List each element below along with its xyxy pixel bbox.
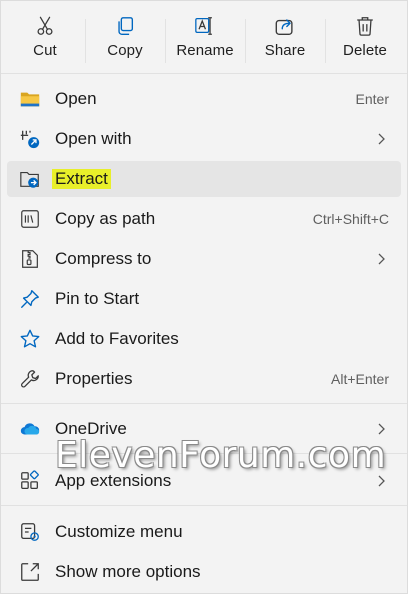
open-with-icon: [20, 130, 40, 149]
divider: [1, 505, 407, 506]
chevron-right-icon: [378, 253, 385, 265]
chevron-right-icon: [378, 475, 385, 487]
menu-item-open[interactable]: Open Enter: [7, 81, 401, 117]
folder-icon: [20, 92, 40, 107]
menu-item-label: Compress to: [55, 249, 152, 268]
menu-item-label: Pin to Start: [55, 289, 140, 308]
chevron-right-icon: [378, 133, 385, 145]
context-menu: Cut Copy Rename Share Delete Open Enter …: [0, 0, 408, 594]
menu-item-add-to-favorites[interactable]: Add to Favorites: [7, 321, 401, 357]
divider: [1, 403, 407, 404]
menu-item-compress-to[interactable]: Compress to: [7, 241, 401, 277]
cut-label: Cut: [33, 42, 57, 59]
cut-button[interactable]: Cut: [5, 5, 85, 69]
shortcut-text: Alt+Enter: [331, 371, 389, 387]
chevron-right-icon: [378, 423, 385, 435]
menu-item-label: Extract: [52, 169, 111, 189]
shortcut-text: Ctrl+Shift+C: [312, 211, 389, 227]
menu-item-label: App extensions: [55, 471, 172, 490]
menu-item-open-with[interactable]: Open with: [7, 121, 401, 157]
extract-icon: [20, 171, 39, 188]
menu-item-show-more-options[interactable]: Show more options: [7, 554, 401, 590]
menu-item-label: Properties: [55, 369, 133, 388]
customize-icon: [21, 523, 39, 541]
share-button[interactable]: Share: [245, 5, 325, 69]
menu-item-copy-as-path[interactable]: Copy as path Ctrl+Shift+C: [7, 201, 401, 237]
copy-path-icon: [21, 210, 39, 228]
rename-icon: [195, 17, 212, 35]
menu-item-customize-menu[interactable]: Customize menu: [7, 514, 401, 550]
divider: [1, 73, 407, 74]
menu-item-properties[interactable]: Properties Alt+Enter: [7, 361, 401, 397]
share-label: Share: [264, 42, 306, 59]
shortcut-text: Enter: [355, 91, 389, 107]
rename-button[interactable]: Rename: [165, 5, 245, 69]
menu-item-app-extensions[interactable]: App extensions: [7, 463, 401, 499]
share-icon: [275, 19, 293, 35]
menu-item-onedrive[interactable]: OneDrive: [7, 411, 401, 447]
trash-icon: [357, 17, 373, 36]
menu-item-extract[interactable]: Extract: [7, 161, 401, 197]
copy-icon: [118, 17, 134, 35]
copy-label: Copy: [107, 42, 143, 59]
delete-button[interactable]: Delete: [325, 5, 405, 69]
menu-item-label: Open: [55, 89, 97, 108]
menu-item-label: Customize menu: [55, 522, 183, 541]
more-options-icon: [21, 563, 39, 581]
copy-button[interactable]: Copy: [85, 5, 165, 69]
menu-item-label: Add to Favorites: [55, 329, 179, 348]
menu-item-label: Copy as path: [55, 209, 156, 228]
star-icon: [20, 329, 40, 348]
pin-icon: [21, 290, 39, 308]
delete-label: Delete: [343, 42, 387, 59]
divider: [1, 453, 407, 454]
wrench-icon: [21, 370, 39, 388]
rename-label: Rename: [176, 42, 234, 59]
menu-item-pin-to-start[interactable]: Pin to Start: [7, 281, 401, 317]
scissors-icon: [37, 16, 53, 35]
menu-item-label: Open with: [55, 129, 132, 148]
app-extensions-icon: [21, 470, 39, 489]
onedrive-icon: [20, 423, 40, 435]
quick-actions-toolbar: Cut Copy Rename Share Delete: [5, 5, 405, 69]
menu-item-label: Show more options: [55, 562, 201, 581]
menu-item-label: OneDrive: [55, 419, 127, 438]
compress-icon: [22, 250, 38, 268]
